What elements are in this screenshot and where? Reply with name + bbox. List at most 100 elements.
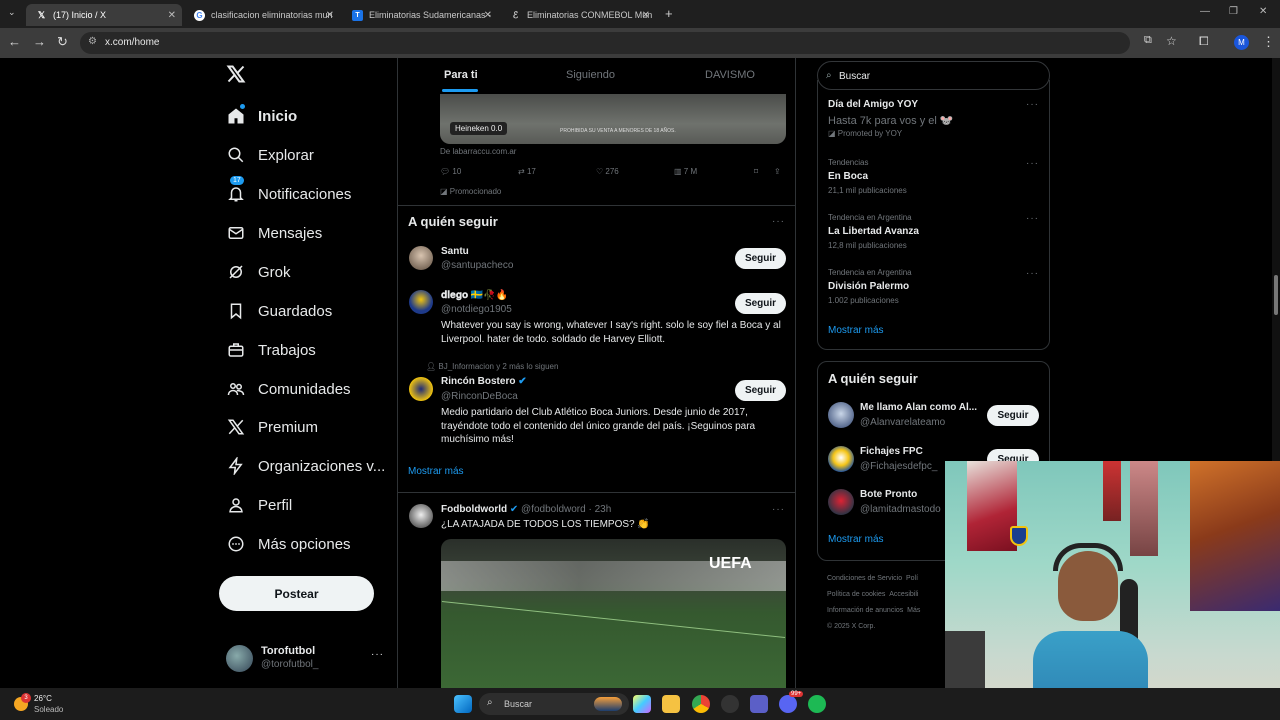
tab-conmebol[interactable]: ℰ Eliminatorias CONMEBOL Mun ✕	[500, 4, 656, 26]
follow-button[interactable]: Seguir	[735, 293, 786, 314]
spotify-icon[interactable]	[808, 695, 826, 713]
tab-eliminatorias[interactable]: T Eliminatorias Sudamericanas - ✕	[342, 4, 498, 26]
close-window-icon[interactable]: ✕	[1259, 6, 1267, 17]
app-icon[interactable]	[721, 695, 739, 713]
windows-start-icon[interactable]	[454, 695, 472, 713]
sidebar-item-organizaciones[interactable]: Organizaciones v...	[226, 451, 385, 481]
tab-siguiendo[interactable]: Siguiendo	[566, 69, 615, 81]
reload-icon[interactable]: ↻	[57, 34, 68, 50]
user-handle: @notdiego1905	[441, 304, 512, 315]
follow-button[interactable]: Seguir	[735, 380, 786, 401]
sidebar-item-mas-opciones[interactable]: Más opciones	[226, 529, 351, 559]
avatar	[828, 489, 854, 515]
forward-icon[interactable]: →	[33, 34, 46, 49]
views-button[interactable]: ▥ 7 M	[674, 167, 697, 176]
sidebar-item-premium[interactable]: Premium	[226, 412, 318, 442]
heart-icon: ♡	[596, 167, 604, 176]
copyright: © 2025 X Corp.	[827, 623, 876, 630]
sidebar-item-mensajes[interactable]: Mensajes	[226, 218, 322, 248]
file-explorer-icon[interactable]	[662, 695, 680, 713]
restore-icon[interactable]: ❐	[1229, 6, 1238, 17]
follow-button[interactable]: Seguir	[987, 405, 1039, 426]
post-button[interactable]: Postear	[219, 576, 374, 611]
sidebar-item-perfil[interactable]: Perfil	[226, 490, 292, 520]
install-app-icon[interactable]: ⧉	[1144, 34, 1152, 47]
weather-widget[interactable]: 3 26°C Soleado	[10, 692, 80, 716]
sidebar-item-comunidades[interactable]: Comunidades	[226, 374, 351, 404]
sidebar-item-trabajos[interactable]: Trabajos	[226, 335, 316, 365]
discord-icon[interactable]	[779, 695, 797, 713]
taskbar-search[interactable]: ⌕ Buscar	[479, 693, 629, 715]
follow-suggestion[interactable]: 👤︎ BJ_Informacion y 2 más lo siguen Rinc…	[398, 361, 795, 451]
tweet-author-name[interactable]: Fodboldworld	[441, 504, 507, 515]
more-icon[interactable]: ···	[772, 504, 785, 515]
sidebar-item-explorar[interactable]: Explorar	[226, 140, 314, 170]
close-tab-icon[interactable]: ✕	[642, 10, 650, 21]
trend-item[interactable]: Tendencia en Argentina División Palermo …	[818, 266, 1049, 310]
close-tab-icon[interactable]: ✕	[326, 10, 334, 21]
reply-button[interactable]: 💬︎ 10	[440, 167, 461, 176]
footer-link[interactable]: Polí	[906, 575, 918, 582]
footer-link[interactable]: Accesibili	[889, 591, 918, 598]
sidebar-item-label: Más opciones	[258, 535, 351, 553]
tab-google-search[interactable]: G clasificacion eliminatorias mun ✕	[184, 4, 340, 26]
close-tab-icon[interactable]: ✕	[484, 10, 492, 21]
more-icon[interactable]: ···	[371, 649, 384, 660]
sidebar-item-notificaciones[interactable]: 17 Notificaciones	[226, 176, 351, 209]
menu-kebab-icon[interactable]: ⋮	[1262, 34, 1275, 50]
footer-link[interactable]: Información de anuncios	[827, 607, 903, 614]
x-logo[interactable]	[226, 64, 246, 90]
tab-x-home[interactable]: 𝕏 (17) Inicio / X ✕	[26, 4, 182, 26]
follow-button[interactable]: Seguir	[735, 248, 786, 269]
footer-link[interactable]: Condiciones de Servicio	[827, 575, 902, 582]
like-button[interactable]: ♡ 276	[596, 167, 619, 176]
scrollbar-thumb[interactable]	[1274, 275, 1278, 315]
show-more-link[interactable]: Mostrar más	[828, 534, 884, 545]
bookmark-icon[interactable]: ⌑	[754, 167, 758, 176]
ad-source-link[interactable]: De labarraccu.com.ar	[440, 147, 516, 156]
more-icon[interactable]: ···	[772, 216, 785, 227]
back-icon[interactable]: ←	[8, 34, 21, 49]
trend-item[interactable]: Tendencia en Argentina La Libertad Avanz…	[818, 211, 1049, 255]
share-icon[interactable]: ⇪	[774, 167, 781, 176]
trend-item[interactable]: Día del Amigo YOY Hasta 7k para vos y el…	[818, 94, 1049, 146]
tab-list-chevron-icon[interactable]: ⌄	[8, 7, 16, 18]
address-bar[interactable]: ⚙ x.com/home	[80, 32, 1130, 54]
profile-avatar[interactable]: M	[1234, 35, 1249, 50]
minimize-icon[interactable]: —	[1200, 6, 1210, 17]
copilot-icon[interactable]	[633, 695, 651, 713]
tab-para-ti[interactable]: Para ti	[444, 69, 478, 81]
follow-suggestion[interactable]: Santu @santupacheco Seguir	[398, 240, 795, 280]
follow-suggestion[interactable]: 𝐝𝐢𝐞𝐠𝐨 🇸🇪🥀🔥 @notdiego1905 Whatever you sa…	[398, 284, 795, 348]
repost-button[interactable]: ⇄ 17	[518, 167, 536, 176]
site-info-icon[interactable]: ⚙	[88, 36, 97, 47]
sidebar-item-inicio[interactable]: Inicio	[226, 101, 297, 131]
tweet[interactable]: Fodboldworld ✔ @fodboldword · 23h ··· ¿L…	[398, 494, 795, 698]
tab-davismo[interactable]: DAVISMO	[705, 69, 755, 81]
more-icon[interactable]: ···	[1026, 99, 1039, 110]
follow-suggestion[interactable]: Me llamo Alan como Al... @Alanvarelateam…	[818, 397, 1049, 433]
teams-icon[interactable]	[750, 695, 768, 713]
chrome-icon[interactable]	[692, 695, 710, 713]
show-more-link[interactable]: Mostrar más	[828, 325, 884, 336]
sidebar-item-grok[interactable]: Grok	[226, 257, 291, 287]
bookmark-star-icon[interactable]: ☆	[1166, 34, 1177, 48]
close-tab-icon[interactable]: ✕	[168, 10, 176, 21]
more-icon[interactable]: ···	[1026, 158, 1039, 169]
more-icon[interactable]: ···	[1026, 268, 1039, 279]
extensions-icon[interactable]: ⧠	[1199, 34, 1209, 49]
footer-link[interactable]: Política de cookies	[827, 591, 885, 598]
weather-desc: Soleado	[34, 705, 64, 714]
more-icon[interactable]: ···	[1026, 213, 1039, 224]
show-more-link[interactable]: Mostrar más	[408, 466, 464, 477]
account-switcher[interactable]: Torofutbol @torofutbol_ ···	[226, 643, 386, 673]
ad-media[interactable]: Heineken 0.0 PROHIBIDA SU VENTA A MENORE…	[440, 94, 786, 144]
tweet-author-handle[interactable]: @fodboldword	[521, 504, 586, 515]
tweet-media-video[interactable]: UEFA	[441, 539, 786, 698]
footer-link[interactable]: Más	[907, 607, 920, 614]
trend-item[interactable]: Tendencias En Boca 21,1 mil publicacione…	[818, 156, 1049, 200]
new-tab-plus-icon[interactable]: +	[665, 6, 673, 21]
search-icon: ⌕	[487, 697, 493, 708]
sidebar-item-guardados[interactable]: Guardados	[226, 296, 332, 326]
tweet-time[interactable]: · 23h	[588, 504, 611, 515]
